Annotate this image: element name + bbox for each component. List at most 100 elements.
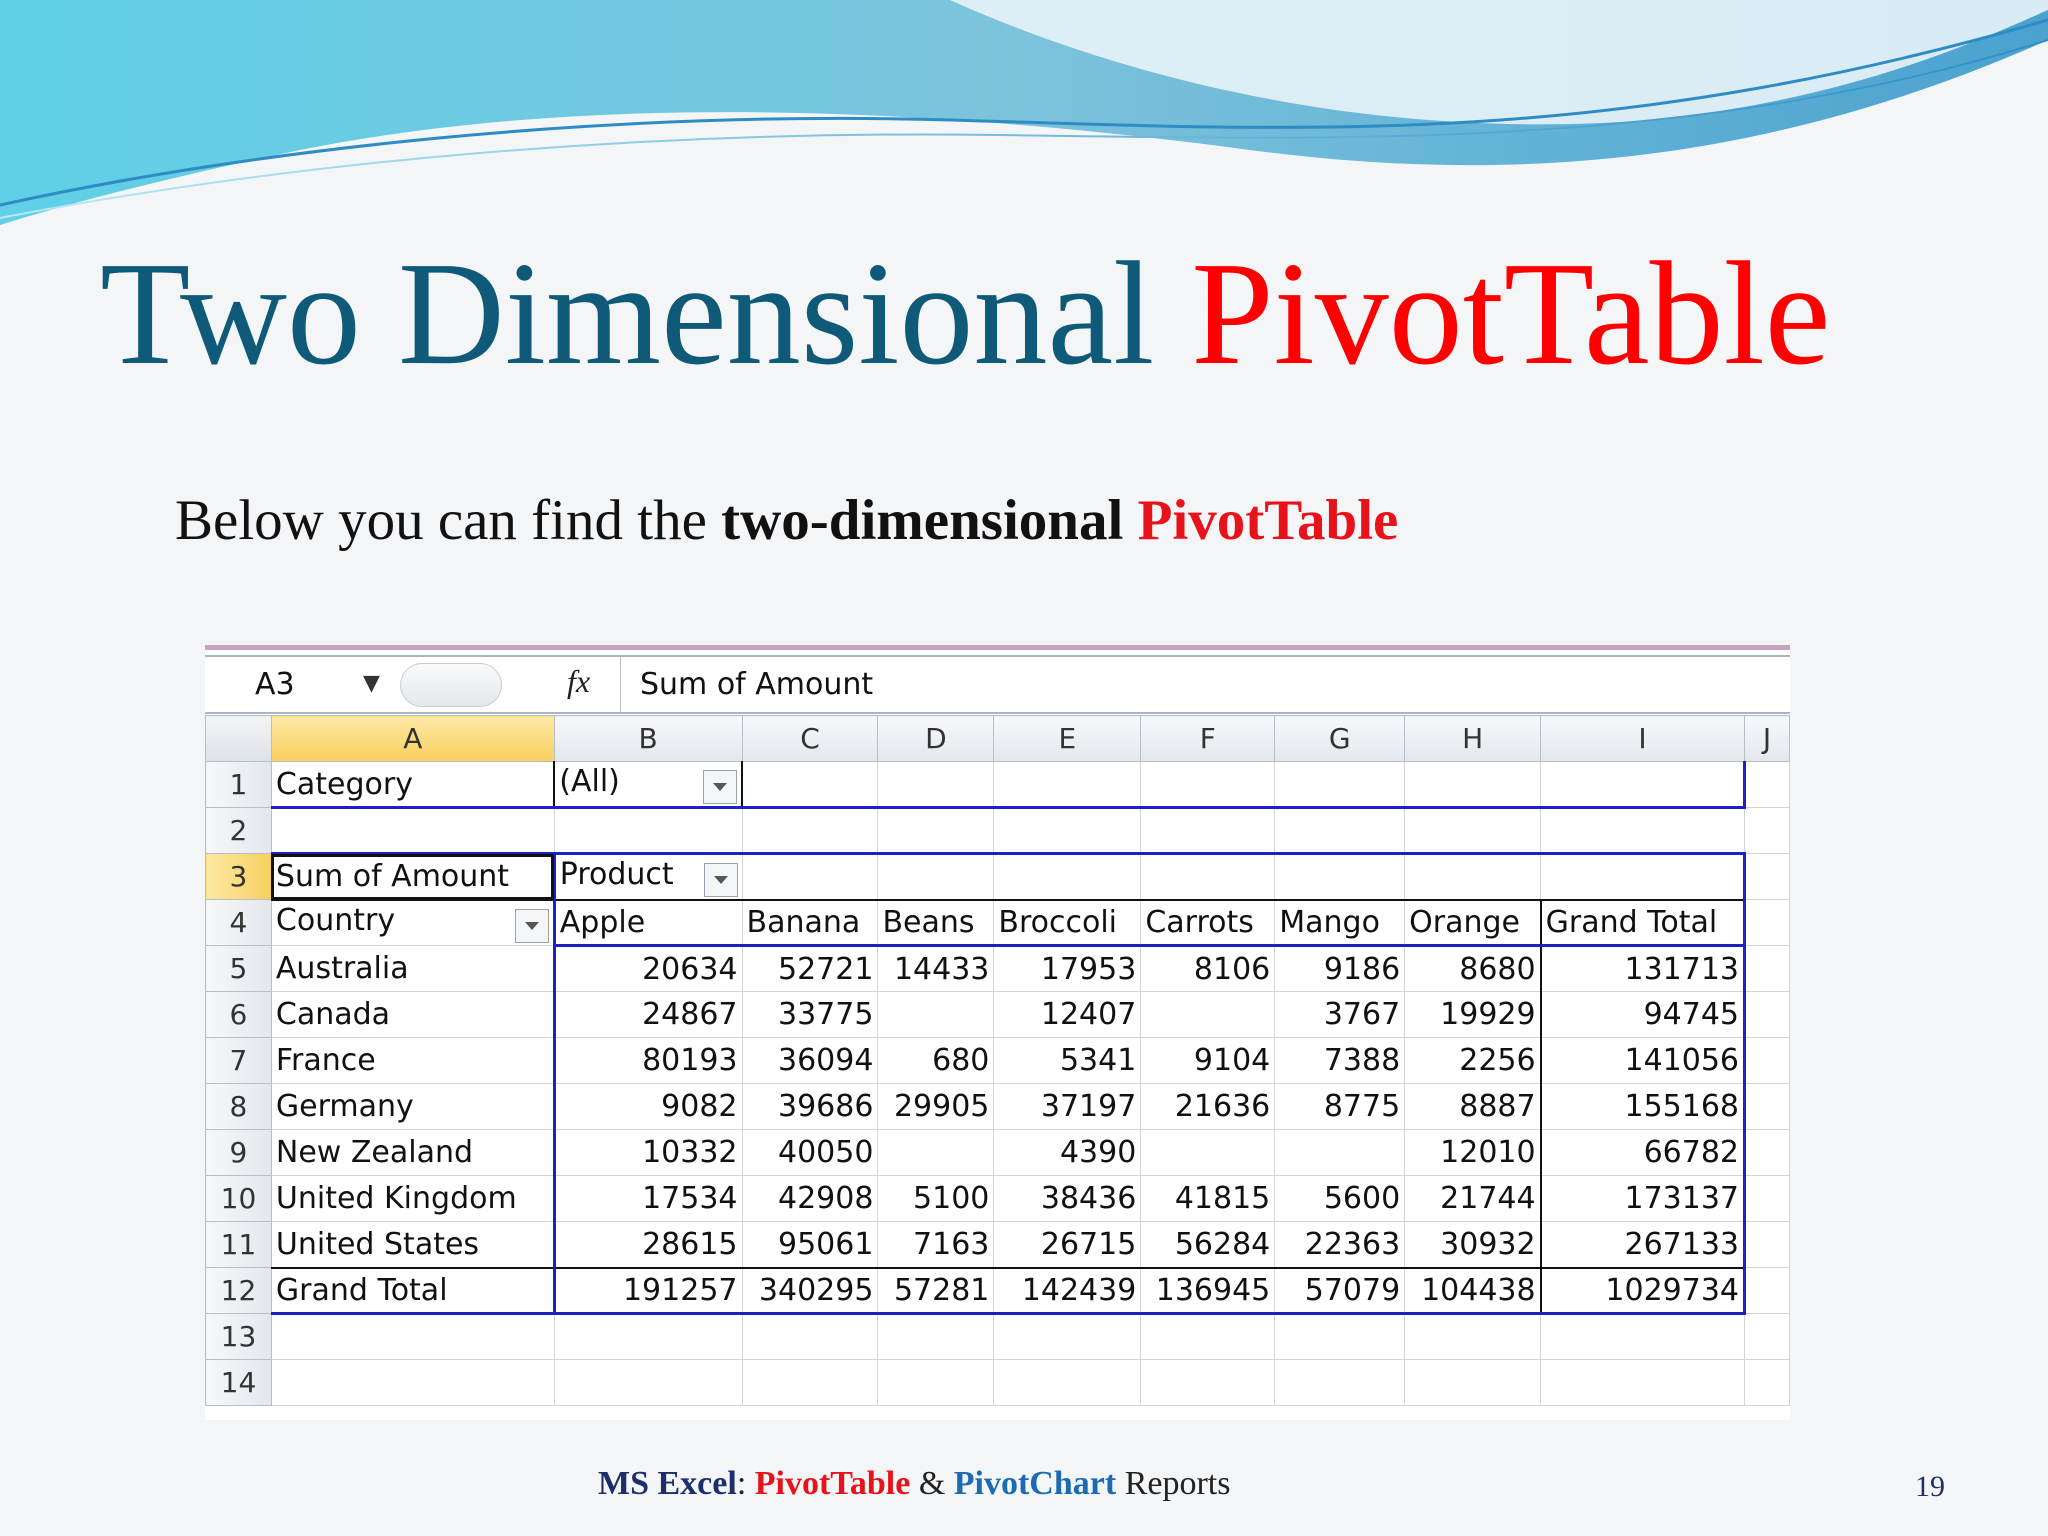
country-cell[interactable]: New Zealand [270,1129,555,1176]
column-header[interactable]: D [877,715,995,762]
value-cell[interactable]: 8680 [1404,945,1542,992]
country-cell[interactable]: Australia [270,945,555,992]
cell[interactable] [993,761,1142,809]
row-total-cell[interactable]: 131713 [1539,945,1747,992]
value-cell[interactable]: 9186 [1274,945,1406,992]
value-cell[interactable] [877,991,995,1038]
cell[interactable] [1744,1313,1790,1360]
cell[interactable] [877,1313,995,1360]
value-cell[interactable]: 56284 [1140,1221,1276,1268]
row-total-cell[interactable]: 141056 [1539,1037,1747,1084]
cell[interactable] [741,761,879,809]
cell[interactable] [1744,899,1790,946]
value-cell[interactable]: 33775 [741,991,879,1038]
value-cell[interactable]: 12010 [1404,1129,1542,1176]
cell[interactable] [270,1313,555,1360]
column-header[interactable]: J [1744,715,1790,762]
value-cell[interactable]: 24867 [552,991,743,1038]
row-header[interactable]: 13 [205,1313,272,1360]
value-cell[interactable]: 7388 [1274,1037,1406,1084]
cell[interactable] [1744,853,1790,900]
cell[interactable] [1744,1221,1790,1268]
column-header[interactable]: B [553,715,743,762]
cell[interactable] [877,761,995,809]
product-header[interactable]: Grand Total [1539,898,1747,947]
cell[interactable] [1744,1175,1790,1222]
value-cell[interactable] [1274,1129,1406,1176]
value-cell[interactable]: 680 [877,1037,995,1084]
row-header[interactable]: 5 [205,945,272,992]
grand-total-cell[interactable]: 340295 [741,1266,879,1315]
country-filter-dropdown-icon[interactable] [514,908,549,943]
value-cell[interactable]: 5100 [877,1175,995,1222]
value-cell[interactable]: 21744 [1404,1175,1542,1222]
value-cell[interactable] [1140,1129,1276,1176]
column-header[interactable]: H [1404,715,1542,762]
insert-function-icon[interactable]: fx [567,663,590,700]
cell[interactable] [1540,807,1746,854]
cell[interactable] [1744,807,1790,854]
value-cell[interactable]: 40050 [741,1129,879,1176]
value-cell[interactable]: 42908 [741,1175,879,1222]
row-total-cell[interactable]: 173137 [1539,1175,1747,1222]
cell[interactable] [553,1359,743,1406]
cell[interactable] [1744,1083,1790,1130]
product-header[interactable]: Carrots [1140,898,1276,947]
country-cell[interactable]: United States [270,1221,555,1268]
row-header[interactable]: 8 [205,1083,272,1130]
cell[interactable] [1274,852,1406,900]
values-label-cell[interactable]: Sum of Amount [270,852,555,900]
grand-total-cell[interactable]: 57281 [877,1266,995,1315]
row-total-cell[interactable]: 267133 [1539,1221,1747,1268]
product-header[interactable]: Banana [741,898,879,947]
value-cell[interactable]: 9104 [1140,1037,1276,1084]
value-cell[interactable] [877,1129,995,1176]
cell[interactable] [1540,852,1747,900]
cell[interactable] [993,1313,1142,1360]
column-header[interactable]: F [1140,715,1276,762]
value-cell[interactable]: 12407 [993,991,1142,1038]
column-labels-cell[interactable]: Product [552,852,743,900]
cell[interactable] [741,1359,879,1406]
product-filter-dropdown-icon[interactable] [703,862,738,897]
cell[interactable] [877,1359,995,1406]
value-cell[interactable]: 80193 [552,1037,743,1084]
row-header[interactable]: 9 [205,1129,272,1176]
row-header[interactable]: 14 [205,1359,272,1406]
product-header[interactable]: Beans [877,898,995,947]
product-header[interactable]: Mango [1274,898,1406,947]
column-header[interactable]: G [1274,715,1406,762]
cell[interactable] [1274,807,1406,854]
country-cell[interactable]: Germany [270,1083,555,1130]
name-box[interactable]: A3 [205,657,385,712]
row-header[interactable]: 3 [205,853,272,900]
cell[interactable] [741,852,879,900]
row-header[interactable]: 12 [205,1267,272,1314]
cell[interactable] [1404,1313,1542,1360]
cell[interactable] [1140,852,1276,900]
value-cell[interactable]: 30932 [1404,1221,1542,1268]
cell[interactable] [993,1359,1142,1406]
filter-dropdown-icon[interactable] [703,770,737,804]
cell[interactable] [553,807,743,854]
country-cell[interactable]: United Kingdom [270,1175,555,1222]
row-total-cell[interactable]: 66782 [1539,1129,1747,1176]
report-filter-label[interactable]: Category [270,761,555,809]
column-header[interactable]: E [993,715,1142,762]
cell[interactable] [1540,761,1747,809]
cell[interactable] [1744,1267,1790,1314]
row-labels-cell[interactable]: Country [270,898,555,946]
product-header[interactable]: Apple [552,898,743,947]
value-cell[interactable]: 37197 [993,1083,1142,1130]
value-cell[interactable]: 39686 [741,1083,879,1130]
row-total-cell[interactable]: 94745 [1539,991,1747,1038]
value-cell[interactable]: 8106 [1140,945,1276,992]
grand-total-label[interactable]: Grand Total [270,1266,555,1315]
report-filter-cell[interactable]: (All) [553,761,743,809]
value-cell[interactable]: 21636 [1140,1083,1276,1130]
cell[interactable] [1140,1313,1276,1360]
cell[interactable] [270,1359,555,1406]
value-cell[interactable]: 14433 [877,945,995,992]
cell[interactable] [1540,1313,1746,1360]
country-cell[interactable]: Canada [270,991,555,1038]
